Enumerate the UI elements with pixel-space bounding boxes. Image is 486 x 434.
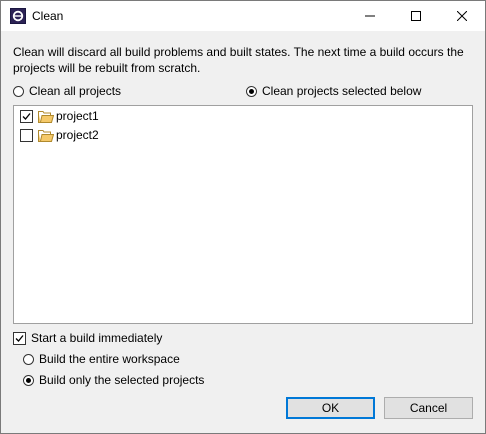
list-item-project1[interactable]: project1 — [20, 108, 99, 124]
title-bar[interactable]: Clean — [1, 1, 485, 31]
project-name: project1 — [56, 109, 99, 123]
checkmark-icon — [22, 112, 31, 120]
clean-all-projects-radio[interactable]: Clean all projects — [13, 83, 121, 99]
radio-indicator[interactable] — [13, 85, 24, 97]
build-entire-workspace-label: Build the entire workspace — [39, 352, 180, 366]
ok-button[interactable]: OK — [286, 397, 375, 419]
checkmark-icon — [15, 334, 24, 342]
description-text: Clean will discard all build problems an… — [13, 45, 464, 75]
start-build-checkbox[interactable] — [13, 331, 26, 345]
project-list[interactable]: project1 project2 — [13, 105, 473, 324]
project2-checkbox[interactable] — [20, 128, 33, 142]
project1-checkbox[interactable] — [20, 109, 33, 123]
maximize-button[interactable] — [393, 1, 439, 31]
build-selected-projects-radio[interactable]: Build only the selected projects — [23, 372, 204, 388]
radio-indicator[interactable] — [246, 85, 257, 97]
close-icon — [457, 11, 467, 21]
start-build-label: Start a build immediately — [31, 331, 163, 345]
clean-selected-projects-label: Clean projects selected below — [262, 84, 422, 98]
project-name: project2 — [56, 128, 99, 142]
clean-dialog: Clean Clean will discard all build probl… — [0, 0, 486, 434]
build-entire-workspace-radio[interactable]: Build the entire workspace — [23, 351, 180, 367]
radio-indicator[interactable] — [23, 374, 34, 386]
build-selected-projects-label: Build only the selected projects — [39, 373, 205, 387]
list-item-project2[interactable]: project2 — [20, 127, 99, 143]
maximize-icon — [411, 11, 421, 21]
eclipse-icon — [10, 8, 26, 24]
window-title: Clean — [32, 9, 64, 23]
close-button[interactable] — [439, 1, 485, 31]
folder-icon — [38, 110, 54, 123]
clean-selected-projects-radio[interactable]: Clean projects selected below — [246, 83, 421, 99]
folder-icon — [38, 129, 54, 142]
radio-indicator[interactable] — [23, 353, 34, 365]
start-build-checkbox-row[interactable]: Start a build immediately — [13, 330, 162, 346]
cancel-button[interactable]: Cancel — [384, 397, 473, 419]
minimize-icon — [365, 15, 375, 17]
clean-all-projects-label: Clean all projects — [29, 84, 122, 98]
minimize-button[interactable] — [347, 1, 393, 31]
